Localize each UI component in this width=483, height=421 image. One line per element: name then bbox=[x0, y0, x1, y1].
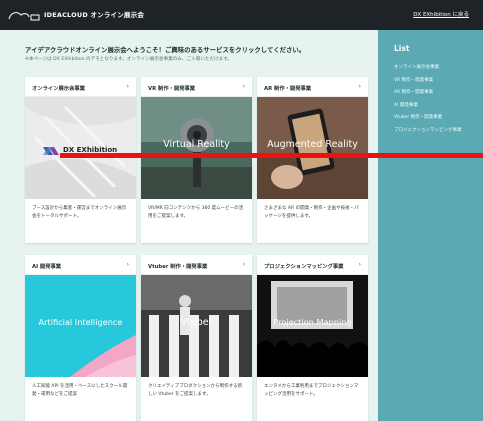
chevron-right-icon: › bbox=[358, 261, 361, 268]
chevron-right-icon: › bbox=[358, 83, 361, 90]
card-description: VR/MR 向コンテンツから 360 度ムービーの活用をご提案します。 bbox=[148, 206, 244, 219]
card-description: さまざまな AR の開発・制作・企画や技術・パッケージを提供します。 bbox=[264, 206, 359, 219]
intro-note: ※本ページは DX EXhibition のデモとなります。オンライン展示会事業… bbox=[25, 57, 232, 62]
page: IDEACLOUD オンライン展示会 DX EXhibition に戻る アイデ… bbox=[0, 0, 483, 421]
card-vr[interactable]: VR 制作・開発事業 › Virtual Reality VR/MR 向コンテン… bbox=[141, 77, 252, 243]
sidebar-item-ar[interactable]: AR 制作・開発事業 bbox=[394, 87, 462, 100]
image-label: Artificial Intelligence bbox=[38, 317, 123, 327]
card-image: DX EXhibition bbox=[25, 97, 136, 199]
intro-title: アイデアクラウドオンライン展示会へようこそ！ご興味のあるサービスをクリックしてく… bbox=[25, 46, 306, 54]
card-title: AI 開発事業 bbox=[32, 264, 62, 270]
card-image: Projection Mapping bbox=[257, 275, 368, 377]
card-image: Virtual Reality bbox=[141, 97, 252, 199]
card-header: VR 制作・開発事業 › bbox=[141, 77, 252, 97]
chevron-right-icon: › bbox=[126, 261, 129, 268]
main-content: アイデアクラウドオンライン展示会へようこそ！ご興味のあるサービスをクリックしてく… bbox=[0, 30, 378, 421]
chevron-right-icon: › bbox=[126, 83, 129, 90]
card-header: Vtuber 制作・開発事業 › bbox=[141, 255, 252, 275]
card-image: Vtuber bbox=[141, 275, 252, 377]
image-label: Vtuber bbox=[180, 317, 213, 328]
card-header: オンライン展示会事業 › bbox=[25, 77, 136, 97]
image-label: Projection Mapping bbox=[273, 317, 352, 327]
card-title: VR 制作・開発事業 bbox=[148, 86, 196, 92]
card-title: Vtuber 制作・開発事業 bbox=[148, 264, 208, 270]
card-description: ブース設計から集客・運営までオンライン展示会をトータルサポート。 bbox=[32, 206, 127, 219]
card-image: Augmented Reality bbox=[257, 97, 368, 199]
card-image: Artificial Intelligence bbox=[25, 275, 136, 377]
chevron-right-icon: › bbox=[242, 83, 245, 90]
sidebar-item-online-exhibition[interactable]: オンライン展示会事業 bbox=[394, 62, 462, 75]
sidebar-title: List bbox=[394, 44, 410, 53]
card-online-exhibition[interactable]: オンライン展示会事業 › DX EXhibition ブース設計から集客・運営ま… bbox=[25, 77, 136, 243]
image-label: Augmented Reality bbox=[267, 139, 358, 150]
image-label: Virtual Reality bbox=[163, 139, 230, 150]
card-description: クリエイティブプロダクションから制作する新しい Vtuber をご提案します。 bbox=[148, 384, 243, 397]
card-title: プロジェクションマッピング事業 bbox=[264, 264, 344, 270]
sidebar-item-ai[interactable]: AI 開発事業 bbox=[394, 100, 462, 113]
red-annotation-line bbox=[60, 153, 483, 158]
card-description: 人工知能 API を活用・ベースにしたスクール開発・運用などをご提案 bbox=[32, 384, 128, 397]
card-title: AR 制作・開発事業 bbox=[264, 86, 312, 92]
back-to-exhibition-link[interactable]: DX EXhibition に戻る bbox=[413, 10, 469, 18]
card-header: AR 制作・開発事業 › bbox=[257, 77, 368, 97]
card-title: オンライン展示会事業 bbox=[32, 86, 85, 92]
sidebar-item-vtuber[interactable]: Vtuber 制作・開発事業 bbox=[394, 112, 462, 125]
card-vtuber[interactable]: Vtuber 制作・開発事業 › Vtuber クリエイティブプロダクションから… bbox=[141, 255, 252, 421]
card-ai[interactable]: AI 開発事業 › Artificial Intelligence 人工知能 A… bbox=[25, 255, 136, 421]
brand-title: IDEACLOUD オンライン展示会 bbox=[44, 11, 145, 19]
sidebar-list: オンライン展示会事業 VR 制作・開発事業 AR 制作・開発事業 AI 開発事業… bbox=[394, 62, 462, 137]
sidebar: List オンライン展示会事業 VR 制作・開発事業 AR 制作・開発事業 AI… bbox=[378, 30, 483, 421]
card-header: AI 開発事業 › bbox=[25, 255, 136, 275]
card-projection-mapping[interactable]: プロジェクションマッピング事業 › Projection Mapping エンタ… bbox=[257, 255, 368, 421]
card-header: プロジェクションマッピング事業 › bbox=[257, 255, 368, 275]
cloud-logo-icon[interactable] bbox=[8, 10, 40, 22]
card-description: エンタメから工業利用までプロジェクションマッピング活用をサポート。 bbox=[264, 384, 359, 397]
sidebar-item-projection-mapping[interactable]: プロジェクションマッピング事業 bbox=[394, 125, 462, 138]
card-ar[interactable]: AR 制作・開発事業 › Augmented Reality さまざまな AR … bbox=[257, 77, 368, 243]
chevron-right-icon: › bbox=[242, 261, 245, 268]
top-header: IDEACLOUD オンライン展示会 DX EXhibition に戻る bbox=[0, 0, 483, 30]
sidebar-item-vr[interactable]: VR 制作・開発事業 bbox=[394, 75, 462, 88]
